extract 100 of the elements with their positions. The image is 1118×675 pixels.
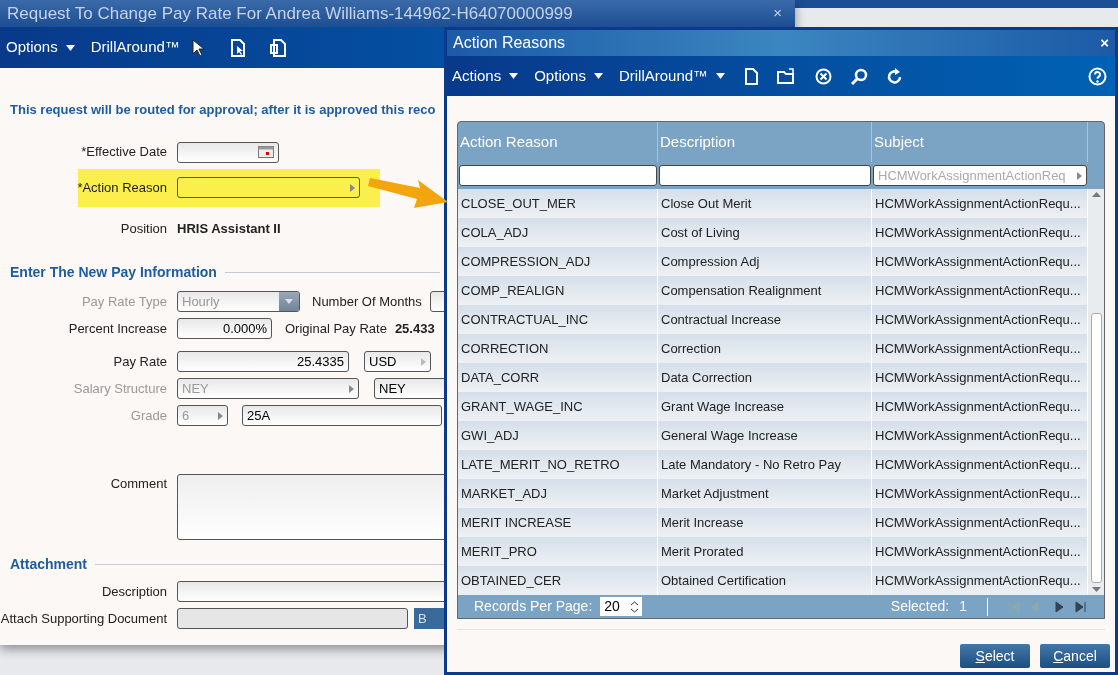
close-button[interactable]: × [1100, 31, 1109, 55]
table-cell-text: Late Mandatory - No Retro Pay [661, 455, 841, 474]
section-heading: Enter The New Pay Information [10, 263, 217, 282]
field-label: *Action Reason [77, 178, 167, 197]
arrow-icon [421, 357, 426, 366]
table-cell-text: HCMWorkAssignmentActionRequ... [875, 397, 1081, 416]
field-label: Pay Rate [113, 352, 167, 371]
close-button[interactable]: × [773, 2, 788, 25]
dialog-button[interactable]: Select [960, 644, 1030, 668]
menu-button[interactable]: Options [6, 36, 75, 59]
table-cell-text: Compensation Realignment [661, 281, 822, 300]
filter-field[interactable] [659, 165, 871, 186]
table-cell-text: Merit Prorated [661, 542, 744, 561]
field-label: Position [120, 219, 167, 238]
scroll-up-icon[interactable] [1091, 192, 1101, 197]
table-cell-text: Obtained Certification [661, 571, 786, 590]
table-cell-text: General Wage Increase [661, 426, 798, 445]
table-cell-text: MERIT_PRO [461, 542, 537, 561]
window-title: Request To Change Pay Rate For Andrea Williams-144962-H64070000999 [7, 2, 573, 25]
menu-button[interactable]: DrillAround™ [90, 36, 180, 59]
selected-label: Selected: [890, 597, 950, 616]
table-cell-text: Data Correction [661, 368, 753, 387]
document-pointer-icon[interactable] [229, 38, 246, 57]
caret-icon [716, 73, 726, 79]
table-cell-text: MERIT INCREASE [461, 513, 572, 532]
pay-rate-field[interactable]: 25.4335 [177, 351, 349, 372]
selected-count: 1 [959, 597, 967, 616]
notice-text: This request will be routed for approval; after it is approved this reco [10, 101, 437, 119]
calendar-icon[interactable] [258, 146, 274, 158]
table-cell-text: HCMWorkAssignmentActionRequ... [875, 542, 1081, 561]
table-cell-text: Contractual Increase [661, 310, 781, 329]
table-cell-text: COMP_REALIGN [461, 281, 565, 300]
refresh-icon[interactable] [887, 67, 904, 85]
currency-field[interactable]: USD [364, 351, 431, 372]
field-label: Salary Structure [73, 379, 167, 398]
table-cell-text: HCMWorkAssignmentActionRequ... [875, 339, 1081, 358]
field-label: *Effective Date [81, 143, 167, 162]
original-pay-rate-value: 25.433 [394, 319, 435, 338]
field-label: Grade [130, 406, 167, 425]
table-cell-text: HCMWorkAssignmentActionRequ... [875, 252, 1081, 271]
table-cell-text: HCMWorkAssignmentActionRequ... [875, 513, 1081, 532]
table-cell-text: Close Out Merit [661, 194, 752, 213]
attach-field[interactable] [177, 608, 408, 629]
table-cell-text: Compression Adj [661, 252, 760, 271]
help-icon[interactable] [1088, 66, 1107, 86]
table-cell-text: GRANT_WAGE_INC [461, 397, 583, 416]
table-cell-text: HCMWorkAssignmentActionRequ... [875, 571, 1081, 590]
position-value: HRIS Assistant II [177, 219, 281, 238]
document-copy-icon[interactable] [269, 38, 286, 57]
date-field[interactable] [177, 141, 279, 163]
description-field[interactable] [177, 581, 444, 602]
table-cell-text: HCMWorkAssignmentActionRequ... [875, 484, 1081, 503]
field-label: Comment [110, 475, 167, 493]
table-cell-text: Grant Wage Increase [661, 397, 785, 416]
table-cell-text: MARKET_ADJ [461, 484, 547, 503]
arrow-icon [218, 411, 223, 420]
table-cell-text: HCMWorkAssignmentActionRequ... [875, 310, 1081, 329]
action-reason-field[interactable] [177, 177, 360, 198]
menu-button[interactable]: Options [534, 64, 603, 88]
caret-icon [285, 299, 293, 304]
caret-icon [509, 73, 519, 79]
menu-button[interactable]: DrillAround™ [618, 64, 726, 88]
field-label: Pay Rate Type [81, 292, 167, 311]
table-cell-text: LATE_MERIT_NO_RETRO [461, 455, 620, 474]
filter-field[interactable] [459, 165, 657, 186]
table-cell-text: HCMWorkAssignmentActionRequ... [875, 194, 1081, 213]
caret-icon [65, 44, 75, 51]
table-cell-text: HCMWorkAssignmentActionRequ... [875, 281, 1081, 300]
caret-icon [593, 73, 603, 79]
months-field[interactable] [429, 291, 444, 312]
table-cell-text: OBTAINED_CER [461, 571, 562, 590]
table-cell-text: CLOSE_OUT_MER [461, 194, 576, 213]
table-cell-text: CORRECTION [461, 339, 549, 358]
new-document-icon[interactable] [745, 67, 759, 85]
arrow-icon [1077, 171, 1082, 180]
records-spinner[interactable]: 20 [600, 597, 643, 616]
comment-field[interactable] [177, 474, 444, 540]
scroll-down-icon[interactable] [1091, 587, 1101, 592]
percent-increase-field[interactable]: 0.000% [177, 318, 272, 339]
records-label: Records Per Page: [474, 597, 593, 616]
dialog-title: Action Reasons [453, 33, 566, 53]
dialog-button[interactable]: Cancel [1040, 644, 1110, 668]
table-cell-text: GWI_ADJ [461, 426, 519, 445]
pagination-icon[interactable] [1008, 600, 1088, 613]
table-cell-text: CONTRACTUAL_INC [461, 310, 589, 329]
table-cell-text: COLA_ADJ [461, 223, 529, 242]
table-cell-text: Cost of Living [661, 223, 740, 242]
section-heading: Attachment [10, 555, 87, 574]
browse-button[interactable]: B [414, 608, 444, 629]
field-label: Number Of Months [312, 292, 422, 311]
clear-icon[interactable] [815, 67, 833, 85]
folder-icon[interactable] [777, 68, 797, 84]
menu-button[interactable]: Actions [452, 64, 519, 88]
table-cell-text: Correction [661, 339, 721, 358]
search-icon[interactable] [851, 67, 869, 85]
field-label: Description [101, 582, 167, 601]
table-cell-text: COMPRESSION_ADJ [461, 252, 591, 271]
table-cell-text: Market Adjustment [661, 484, 769, 503]
table-cell-text: DATA_CORR [461, 368, 540, 387]
scrollbar[interactable] [1088, 189, 1104, 595]
